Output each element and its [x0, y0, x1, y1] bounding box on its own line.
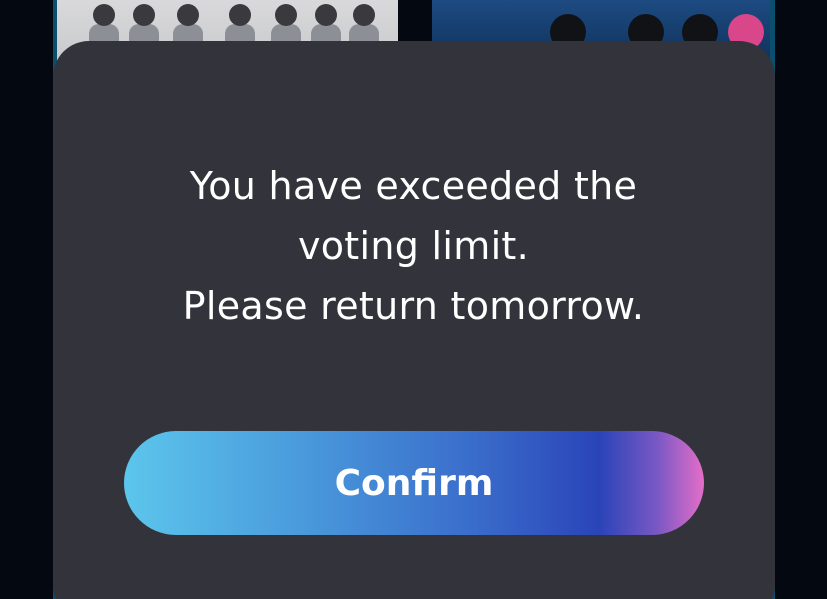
dialog-message-line: Please return tomorrow.	[182, 284, 645, 328]
dialog-message-line: You have exceeded the	[189, 164, 638, 208]
dialog-message-line: voting limit.	[297, 224, 530, 268]
photo-figure-head	[353, 4, 375, 26]
photo-figure-head	[229, 4, 251, 26]
app-screen: You have exceeded the voting limit. Plea…	[0, 0, 827, 599]
photo-figure-head	[275, 4, 297, 26]
photo-figure-head	[315, 4, 337, 26]
photo-figure-head	[133, 4, 155, 26]
dialog-message: You have exceeded the voting limit. Plea…	[0, 156, 827, 336]
photo-figure-head	[177, 4, 199, 26]
confirm-button[interactable]: Confirm	[124, 431, 704, 535]
photo-figure-head	[93, 4, 115, 26]
